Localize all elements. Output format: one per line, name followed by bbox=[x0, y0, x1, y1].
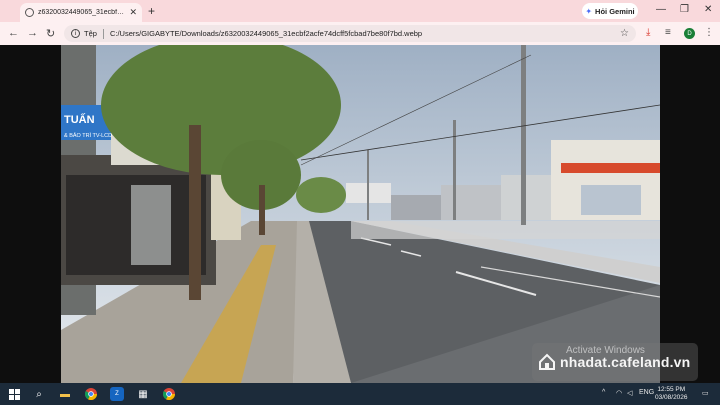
gemini-sparkle-icon: ✦ bbox=[585, 6, 593, 16]
address-bar[interactable]: i Tệp C:/Users/GIGABYTE/Downloads/z63200… bbox=[64, 25, 636, 42]
reload-icon[interactable]: ↻ bbox=[46, 27, 55, 40]
back-arrow-icon[interactable]: ← bbox=[8, 27, 19, 39]
chrome-icon[interactable] bbox=[84, 387, 98, 401]
globe-icon bbox=[25, 8, 34, 17]
site-label: Tệp bbox=[84, 29, 97, 38]
menu-dots-icon[interactable]: ⋮ bbox=[704, 27, 714, 38]
clock-time: 12:55 PM bbox=[657, 386, 686, 393]
house-icon bbox=[538, 353, 556, 371]
new-tab-button[interactable]: + bbox=[148, 4, 155, 18]
street-photo-svg: TUẤN & BẢO TRÌ TV-LCD bbox=[61, 45, 660, 383]
clock-date: 03/08/2026 bbox=[655, 394, 688, 401]
tab-close-icon[interactable]: ✕ bbox=[129, 7, 137, 18]
active-tab[interactable]: z6320032449065_31ecbf2acfe74 ✕ bbox=[20, 3, 142, 22]
url-text[interactable]: C:/Users/GIGABYTE/Downloads/z63200324490… bbox=[110, 29, 620, 38]
street-photo: TUẤN & BẢO TRÌ TV-LCD bbox=[61, 45, 660, 383]
profile-avatar[interactable]: D bbox=[684, 28, 695, 39]
wifi-icon[interactable]: ◠ bbox=[616, 389, 622, 397]
close-window-icon[interactable]: ✕ bbox=[704, 4, 712, 15]
language-indicator[interactable]: ENG bbox=[639, 389, 654, 396]
tab-search-icon[interactable]: ≡ bbox=[665, 27, 671, 38]
divider bbox=[102, 28, 104, 39]
system-clock[interactable]: 12:55 PM 03/08/2026 bbox=[655, 386, 688, 402]
minimize-icon[interactable]: — bbox=[656, 4, 666, 15]
forward-arrow-icon[interactable]: → bbox=[27, 27, 38, 39]
activate-windows-text: Activate Windows bbox=[566, 345, 645, 356]
browser-toolbar: ← → ↻ i Tệp C:/Users/GIGABYTE/Downloads/… bbox=[0, 22, 720, 45]
brand-text: nhadat.cafeland.vn bbox=[560, 354, 691, 370]
gemini-label: Hỏi Gemini bbox=[595, 6, 635, 16]
info-icon[interactable]: i bbox=[71, 29, 80, 38]
volume-icon[interactable]: ◁ bbox=[627, 389, 632, 397]
shop-sign-text: TUẤN bbox=[64, 113, 95, 126]
zalo-icon[interactable]: Z bbox=[110, 387, 124, 401]
tab-title: z6320032449065_31ecbf2acfe74 bbox=[38, 9, 125, 16]
tray-chevron-icon[interactable]: ^ bbox=[602, 389, 605, 396]
browser-tab-strip: z6320032449065_31ecbf2acfe74 ✕ + ✦ Hỏi G… bbox=[0, 0, 720, 22]
download-icon[interactable]: ⤓ bbox=[646, 27, 650, 38]
windows-start-icon[interactable] bbox=[7, 387, 21, 401]
chrome-active-icon[interactable] bbox=[162, 387, 176, 401]
windows-taskbar: ⌕ ▬ Z ▦ ^ ◠ ◁ ENG 12:55 PM 03/08/2026 ▭ bbox=[0, 383, 720, 405]
shop-sign-subtext: & BẢO TRÌ TV-LCD bbox=[64, 132, 112, 139]
notification-icon[interactable]: ▭ bbox=[702, 389, 709, 397]
app-grid-icon[interactable]: ▦ bbox=[136, 387, 150, 401]
file-explorer-icon[interactable]: ▬ bbox=[58, 387, 72, 401]
maximize-icon[interactable]: ❐ bbox=[680, 4, 689, 15]
ask-gemini-button[interactable]: ✦ Hỏi Gemini bbox=[582, 3, 638, 19]
search-icon[interactable]: ⌕ bbox=[32, 387, 46, 401]
bookmark-star-icon[interactable]: ☆ bbox=[620, 28, 629, 39]
